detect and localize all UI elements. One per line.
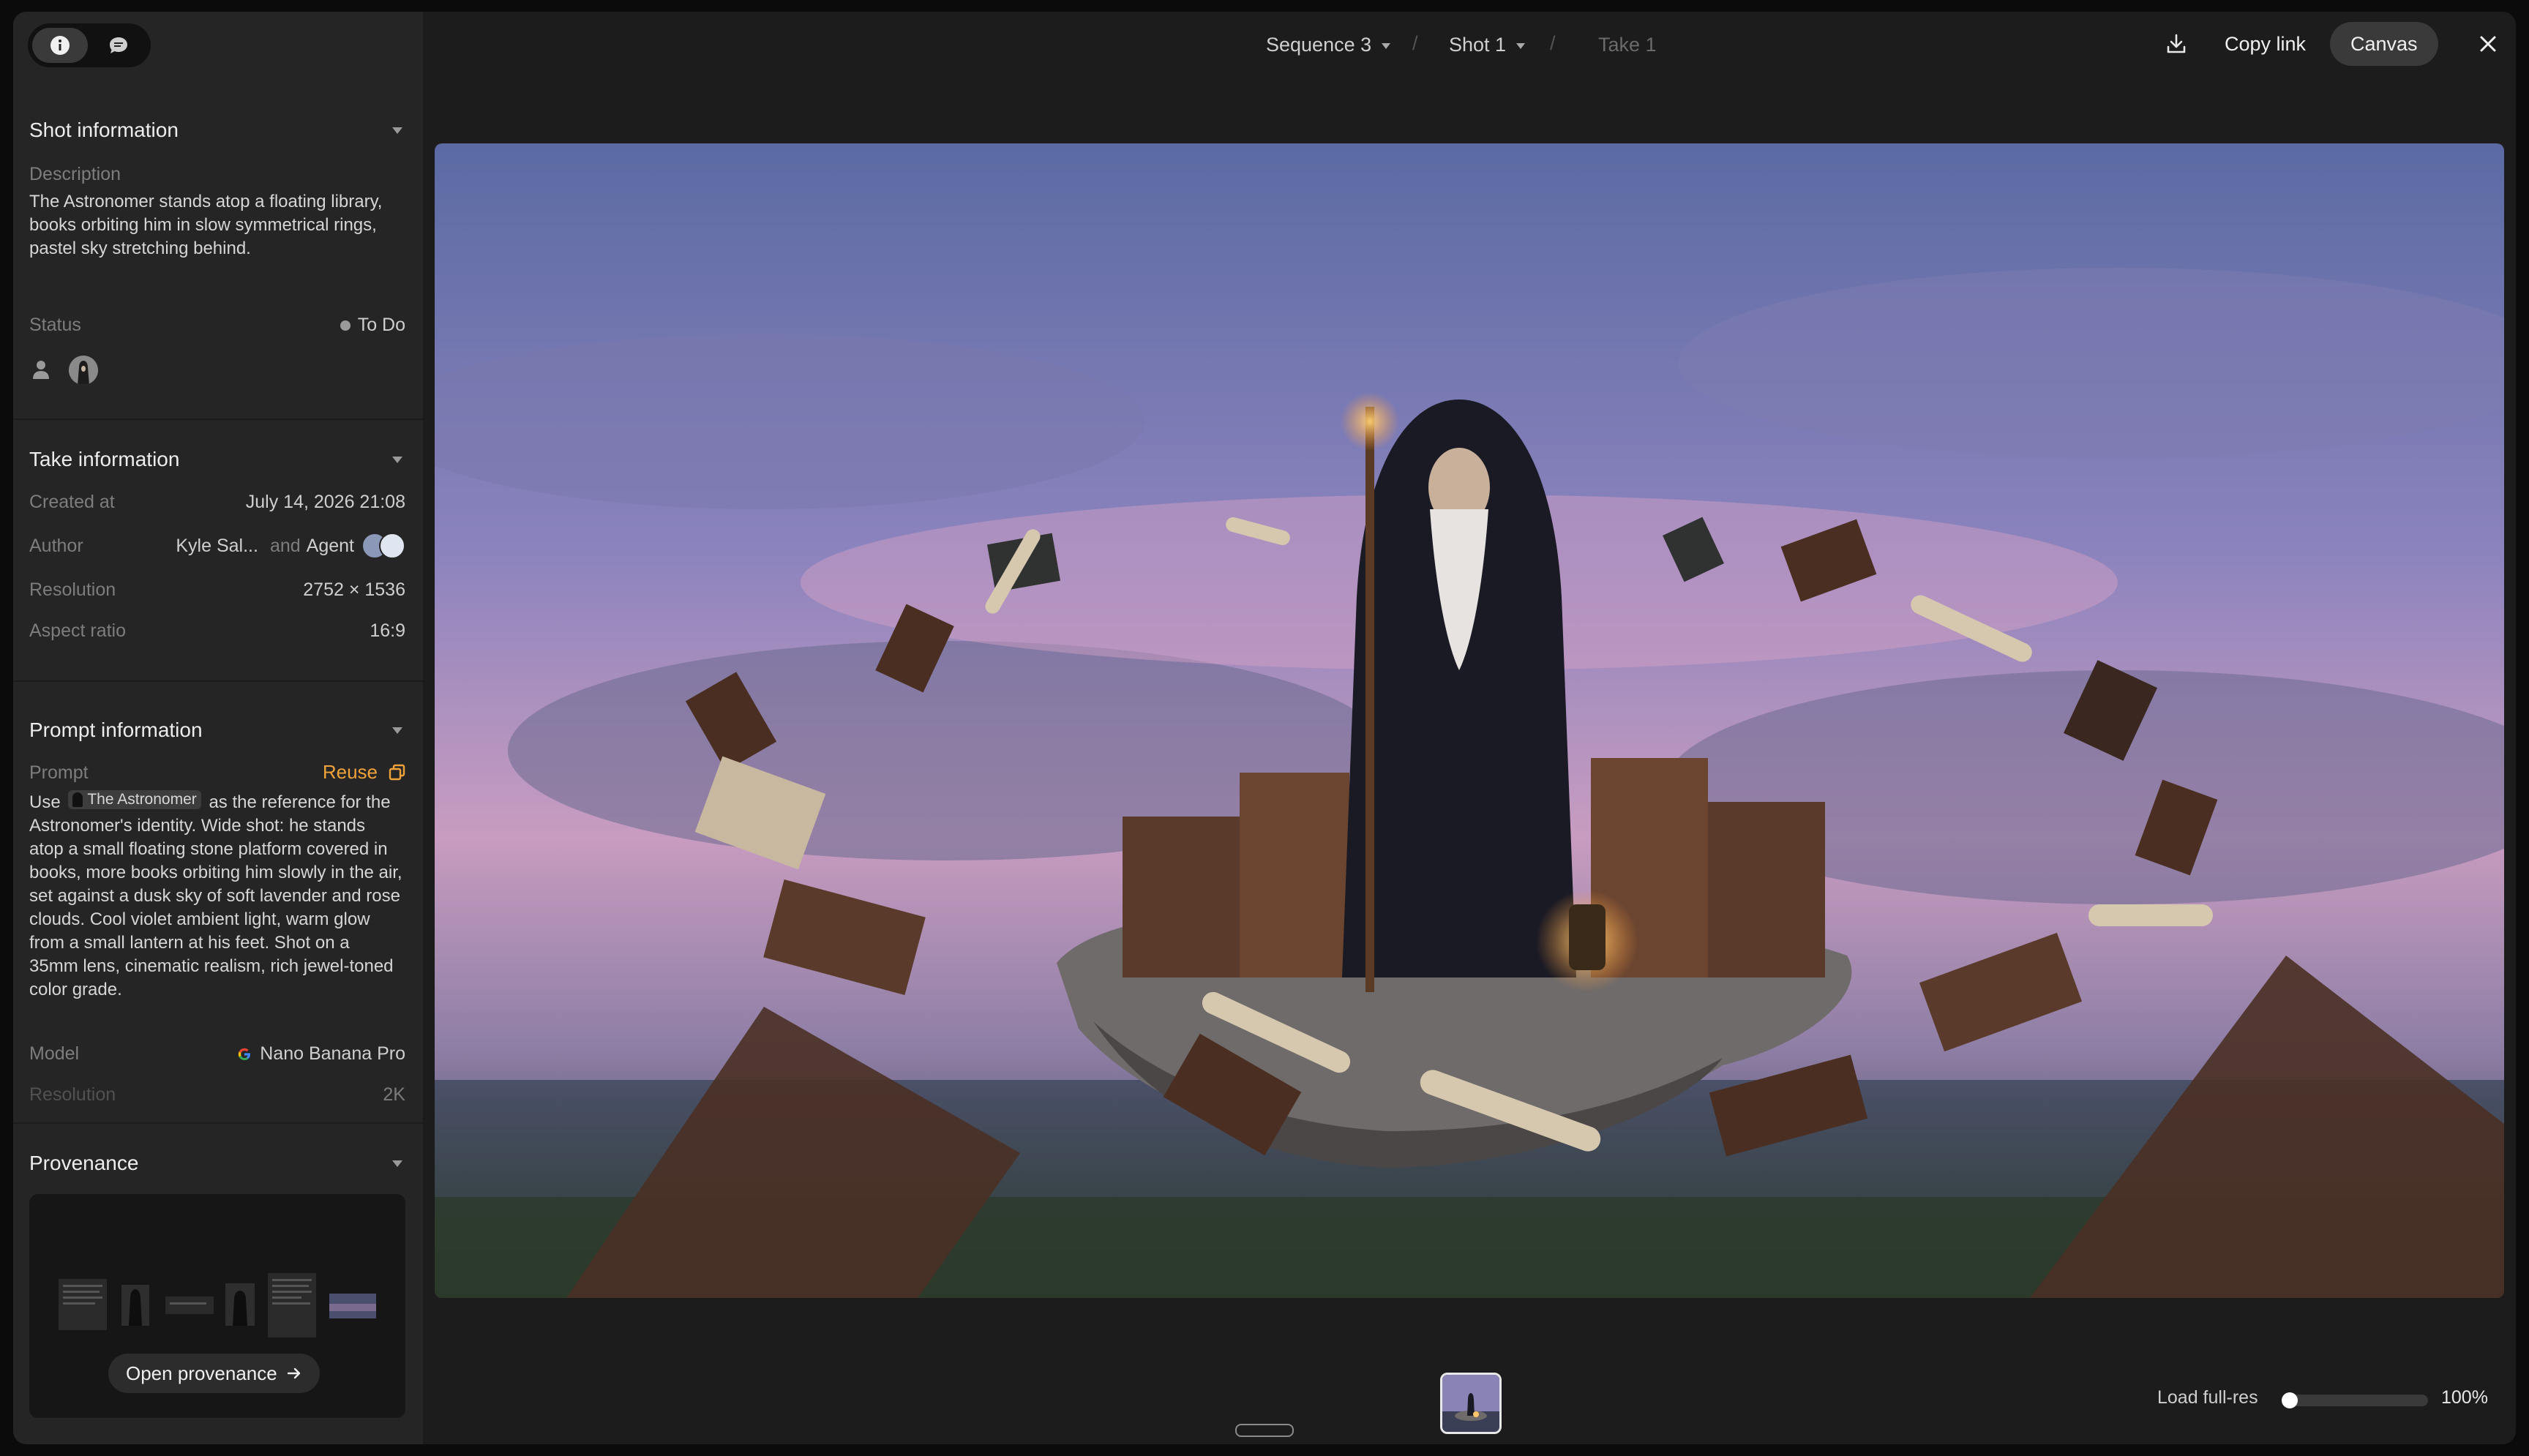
load-full-res-label: Load full-res [2157, 1387, 2258, 1408]
prompt-info-section: Prompt information Prompt Reuse Use The … [13, 707, 423, 1102]
comment-icon [110, 37, 127, 53]
sequence-label: Sequence 3 [1266, 34, 1372, 56]
astronomer-thumb-icon [72, 792, 83, 807]
arrow-right-icon [287, 1367, 300, 1379]
thumbnail-image [1442, 1375, 1499, 1432]
author-name[interactable]: Kyle Sal... [176, 536, 258, 557]
prompt-label: Prompt [29, 762, 89, 783]
chevron-down-icon [1516, 42, 1526, 49]
model-label: Model [29, 1043, 80, 1064]
slider-knob[interactable] [2282, 1392, 2298, 1408]
tab-info[interactable] [32, 28, 88, 63]
breadcrumb-separator: / [1412, 32, 1418, 54]
sidebar: Shot information Description The Astrono… [13, 12, 424, 1444]
breadcrumb-take: Take 1 [1598, 34, 1657, 56]
take-info-title: Take information [29, 448, 180, 470]
status-dot-icon [340, 320, 351, 331]
resolution-value: 2752 × 1536 [303, 579, 405, 600]
prompt-text-prefix: Use [29, 792, 61, 812]
breadcrumb-sequence[interactable]: Sequence 3 [1266, 34, 1391, 56]
status-value: To Do [357, 315, 405, 335]
astronomer-avatar-icon [69, 356, 98, 385]
drawer-handle[interactable] [1235, 1424, 1294, 1437]
reuse-label: Reuse [322, 761, 378, 783]
open-provenance-label: Open provenance [126, 1362, 277, 1384]
assignee-icon[interactable] [31, 359, 51, 380]
copy-link-button[interactable]: Copy link [2225, 22, 2306, 66]
prompt-text-body: as the reference for the Astronomer's id… [29, 792, 402, 999]
author-label: Author [29, 536, 83, 556]
chevron-down-icon[interactable] [392, 1160, 402, 1167]
shot-label: Shot 1 [1449, 34, 1507, 56]
download-button[interactable] [2165, 22, 2188, 66]
avatar [379, 533, 405, 559]
tab-comments[interactable] [91, 28, 146, 63]
divider [13, 1122, 423, 1124]
take-info-section: Take information Created at July 14, 202… [13, 436, 423, 678]
description-label: Description [29, 164, 121, 184]
shot-description: The Astronomer stands atop a floating li… [29, 192, 383, 258]
aspect-ratio-label: Aspect ratio [29, 620, 127, 641]
app-window: Shot information Description The Astrono… [13, 12, 2516, 1444]
reference-chip[interactable]: The Astronomer [68, 790, 201, 809]
prompt-resolution-value: 2K [383, 1084, 405, 1102]
copy-icon [389, 764, 405, 780]
take-thumbnail[interactable] [1440, 1373, 1502, 1434]
model-name: Nano Banana Pro [260, 1043, 405, 1064]
take-image[interactable] [435, 143, 2504, 1298]
author-and: and [269, 535, 301, 556]
created-value: July 14, 2026 21:08 [245, 492, 405, 512]
prompt-text: Use The Astronomer as the reference for … [29, 790, 402, 1002]
breadcrumb-shot[interactable]: Shot 1 [1449, 34, 1526, 56]
created-label: Created at [29, 492, 115, 512]
close-icon [2480, 36, 2496, 52]
provenance-title: Provenance [29, 1152, 139, 1174]
breadcrumb-separator: / [1550, 32, 1556, 54]
model-value: Nano Banana Pro [236, 1043, 405, 1065]
google-icon [239, 1048, 251, 1060]
divider [13, 419, 423, 420]
chevron-down-icon [1382, 42, 1391, 49]
provenance-section: Provenance Open provenance [13, 1140, 423, 1433]
resolution-label: Resolution [29, 579, 116, 600]
avatar[interactable] [69, 356, 98, 385]
download-icon [2167, 34, 2186, 53]
astronomer-scene-image [435, 143, 2504, 1298]
shot-info-section: Shot information Description The Astrono… [13, 107, 423, 414]
chevron-down-icon[interactable] [392, 727, 402, 734]
shot-info-title: Shot information [29, 119, 179, 141]
divider [13, 680, 423, 682]
open-provenance-button[interactable]: Open provenance [108, 1354, 320, 1393]
author-agent[interactable]: Agent [307, 536, 354, 557]
author-value: Kyle Sal... and Agent [176, 533, 405, 559]
status-label: Status [29, 315, 81, 335]
chevron-down-icon[interactable] [392, 127, 402, 134]
reuse-button[interactable]: Reuse [323, 761, 407, 784]
sidebar-tab-switcher [28, 23, 151, 67]
info-icon [50, 36, 70, 55]
prompt-info-title: Prompt information [29, 718, 203, 741]
prompt-resolution-label: Resolution [29, 1084, 116, 1102]
reference-chip-label: The Astronomer [87, 791, 197, 808]
provenance-preview[interactable]: Open provenance [29, 1194, 405, 1418]
zoom-level: 100% [2441, 1387, 2488, 1408]
aspect-ratio-value: 16:9 [370, 620, 405, 641]
canvas-button[interactable]: Canvas [2330, 22, 2438, 66]
status-badge[interactable]: To Do [340, 315, 405, 336]
chevron-down-icon[interactable] [392, 457, 402, 463]
load-full-res-slider[interactable] [2282, 1392, 2428, 1408]
close-button[interactable] [2478, 22, 2498, 66]
